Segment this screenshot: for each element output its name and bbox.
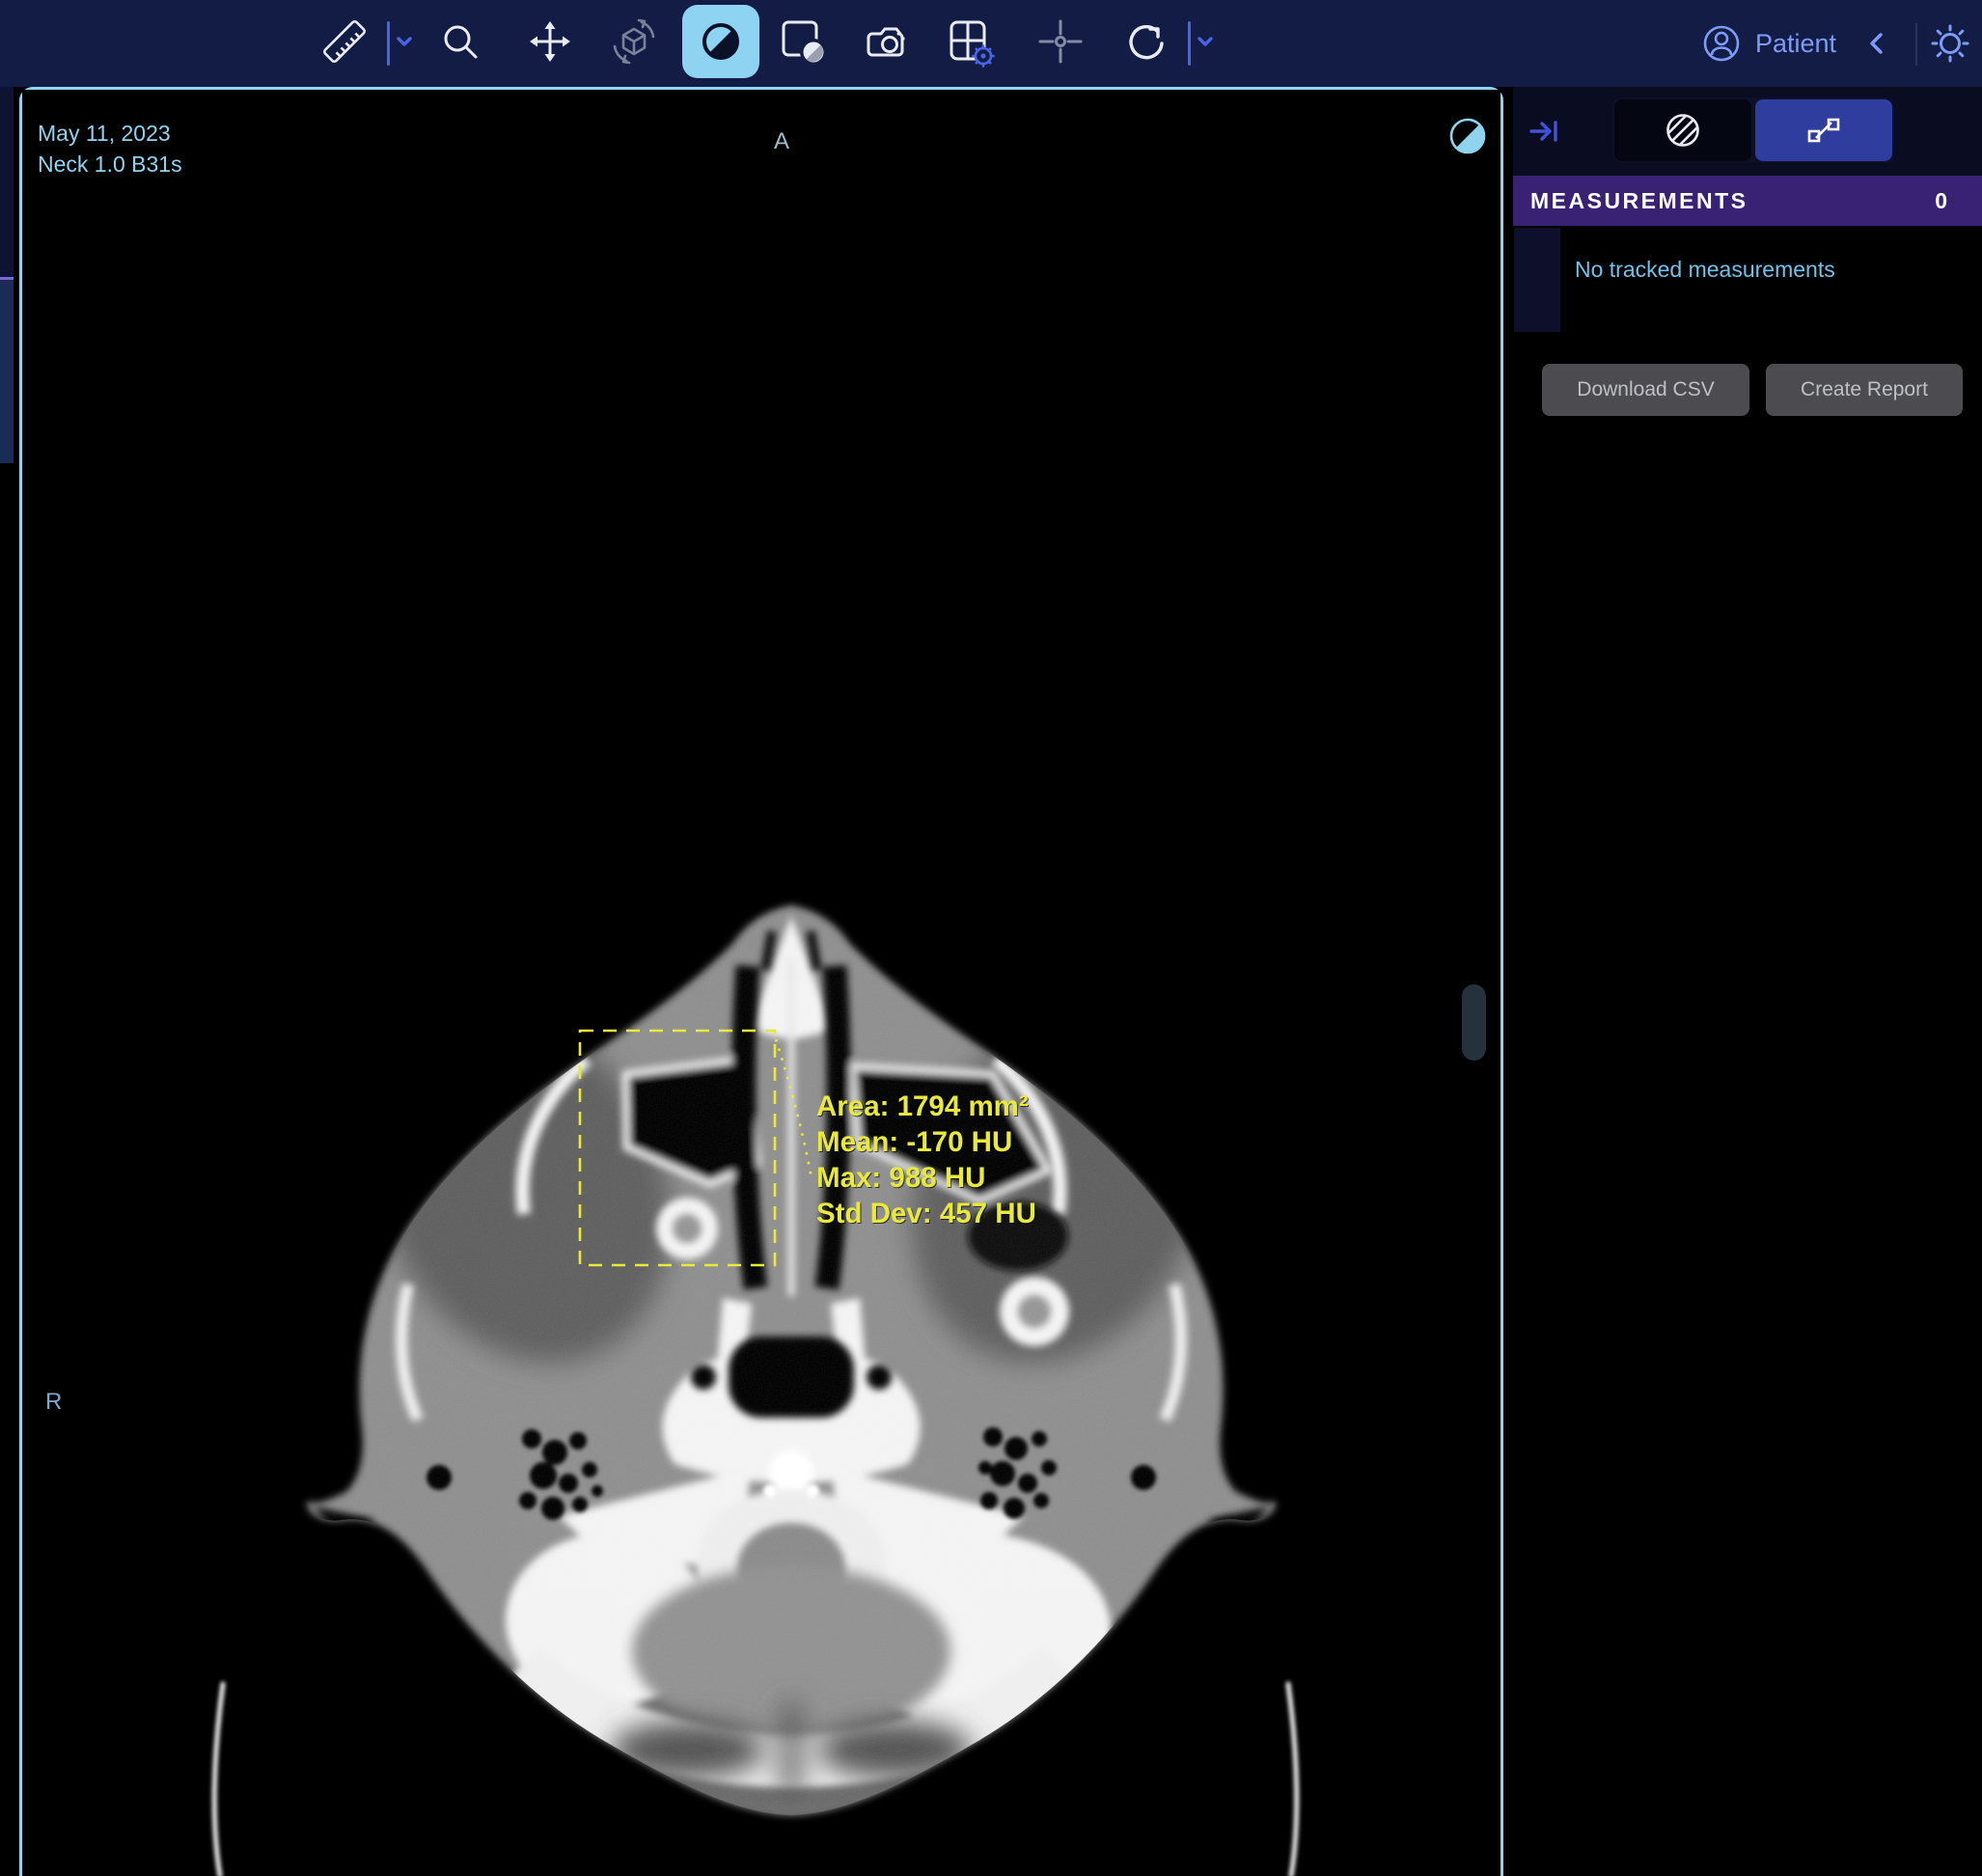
study-date-label: May 11, 2023 [38,119,171,148]
ct-axial-image: Area: 1794 mm² Mean: -170 HU Max: 988 HU… [22,90,1500,1876]
download-csv-button[interactable]: Download CSV [1542,364,1749,416]
window-region-tool-button[interactable] [776,14,830,69]
stack-scrollbar-thumb[interactable] [1462,984,1486,1061]
crosshairs-tool-button[interactable] [1033,14,1087,69]
pan-arrows-icon [526,17,574,66]
app-window: Patient [0,0,1982,1876]
chevron-left-icon [1864,29,1889,58]
camera-icon [866,16,916,67]
measure-tool-button[interactable] [317,14,372,69]
window-level-tool-button[interactable] [682,5,759,78]
window-level-icon [698,18,744,65]
series-description-label: Neck 1.0 B31s [38,150,182,179]
magnifier-icon [437,18,483,65]
measurements-header: MEASUREMENTS 0 [1513,176,1982,226]
roi-stat-area[interactable]: Area: 1794 mm² [816,1090,1029,1122]
segmentation-hatched-circle-icon [1664,111,1702,150]
create-report-button[interactable]: Create Report [1766,364,1963,416]
reset-circular-arrow-icon [1122,17,1170,66]
more-tools-chevron[interactable] [1191,14,1220,69]
measurements-title: MEASUREMENTS [1513,188,1748,214]
reset-view-button[interactable] [1119,14,1173,69]
toolbar-right-divider [1915,23,1917,66]
measurements-list-gutter [1514,228,1560,332]
empty-measurements-message: No tracked measurements [1575,257,1835,283]
tab-segmentation[interactable] [1614,99,1751,161]
settings-button[interactable] [1936,16,1965,70]
measurements-count-badge: 0 [1935,188,1982,214]
roi-stat-stddev[interactable]: Std Dev: 457 HU [816,1198,1036,1229]
zoom-tool-button[interactable] [433,14,487,69]
orientation-marker-anterior: A [774,128,789,155]
crosshairs-icon [1035,16,1086,67]
rotate-3d-tool-button[interactable] [607,14,661,69]
right-panel-topbar [1513,87,1982,176]
tab-measurements[interactable] [1755,99,1892,161]
left-panel-active-thumbnail-rail[interactable] [0,277,14,463]
main-toolbar: Patient [0,0,1982,87]
cube-rotate-icon [609,16,659,67]
ruler-icon [319,16,370,67]
window-level-indicator-icon [1446,115,1489,157]
arrow-to-right-icon [1528,115,1560,148]
gear-icon [1928,21,1972,66]
patient-menu-button[interactable]: Patient [1701,0,1836,87]
measure-dropdown-chevron[interactable] [390,14,419,69]
layout-grid-gear-icon [945,15,997,68]
orientation-marker-right: R [45,1389,62,1416]
user-avatar-icon [1701,23,1742,64]
roi-stat-max[interactable]: Max: 988 HU [816,1162,985,1194]
layout-tool-button[interactable] [944,14,998,69]
collapse-panel-button[interactable] [1523,110,1565,152]
pan-tool-button[interactable] [523,14,577,69]
chevron-down-icon [1195,31,1216,52]
patient-collapse-chevron[interactable] [1862,16,1891,70]
measurements-panel: MEASUREMENTS 0 No tracked measurements D… [1513,87,1982,1876]
length-measurement-icon [1804,111,1843,150]
window-region-icon [778,16,828,67]
left-panel-collapsed-rail[interactable] [0,87,14,277]
patient-label: Patient [1755,29,1836,59]
chevron-down-icon [394,31,415,52]
image-viewport[interactable]: Area: 1794 mm² Mean: -170 HU Max: 988 HU… [19,87,1503,1876]
right-panel-tabs [1612,97,1894,163]
roi-stat-mean[interactable]: Mean: -170 HU [816,1126,1012,1158]
capture-tool-button[interactable] [864,14,918,69]
